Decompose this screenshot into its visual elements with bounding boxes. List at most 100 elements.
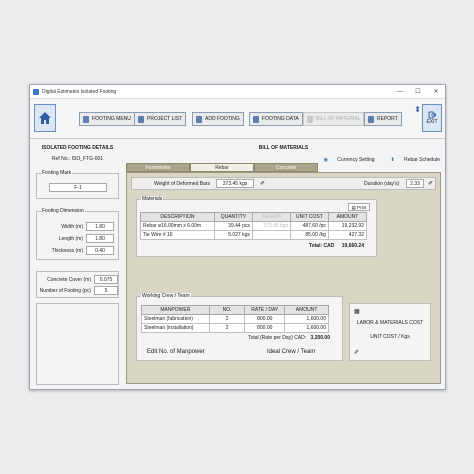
cover-label: Concrete Cover (m)	[47, 276, 91, 283]
tab-concrete[interactable]: Concrete	[254, 163, 318, 172]
table-cell: 2	[208, 323, 246, 333]
materials-total: Total: CAD 19,660.24	[309, 243, 364, 249]
mat-header[interactable]: DESCRIPTION	[140, 212, 215, 222]
crew-header[interactable]: MANPOWER	[141, 305, 210, 315]
footing-mark-group: Footing Mark F-1	[36, 170, 119, 199]
mat-header[interactable]: UNIT COST	[289, 212, 329, 222]
print-button[interactable]: ▤ Print	[348, 203, 370, 211]
calculator-icon: ▦	[354, 309, 360, 315]
table-cell: 39.44 pcs	[213, 221, 253, 231]
table-cell: 487.60 /pc	[289, 221, 329, 231]
maximize-button[interactable]: ☐	[409, 88, 427, 95]
table-cell: 800.00	[244, 323, 286, 333]
crew-total-label: Total (Rate per Day) CAD:	[248, 335, 307, 341]
home-button[interactable]	[34, 104, 56, 132]
labor-materials-cost-title: LABOR & MATERIALS COST	[356, 320, 424, 326]
crew-group: Working Crew / Team MANPOWER NO. RATE / …	[136, 293, 343, 361]
footing-mark-field[interactable]: F-1	[49, 183, 107, 192]
exit-icon	[428, 111, 436, 119]
materials-total-label: Total: CAD	[308, 243, 335, 249]
thickness-label: Thickness (m)	[51, 247, 83, 254]
add-footing-button[interactable]: ADD FOOTING	[192, 112, 244, 126]
table-cell: 1,600.00	[284, 323, 329, 333]
crew-total: Total (Rate per Day) CAD: 3,200.00	[248, 335, 330, 341]
thickness-field[interactable]: 0.40	[86, 246, 114, 255]
materials-total-value: 19,660.24	[341, 243, 364, 249]
count-label: Number of Footing (pc)	[39, 287, 91, 294]
tab-formworks[interactable]: Formworks	[126, 163, 190, 172]
app-icon	[33, 88, 39, 95]
footing-dimension-label: Footing Dimension	[41, 208, 85, 214]
weight-row: Weight of Deformed Bars 373.45 kgs ✐ Dur…	[131, 177, 436, 190]
ideal-crew-link[interactable]: Ideal Crew / Team	[267, 349, 315, 355]
currency-setting-link[interactable]: ◉ Currency Setting	[316, 157, 375, 163]
weight-field[interactable]: 373.45 kgs	[216, 179, 254, 188]
edit-weight-icon[interactable]: ✐	[260, 180, 265, 187]
crew-total-value: 3,200.00	[310, 335, 330, 341]
table-cell: Tie Wire # 16	[140, 230, 215, 240]
table-cell	[251, 230, 291, 240]
crew-table: MANPOWER NO. RATE / DAY AMOUNT Steelman …	[141, 305, 329, 333]
unit-cost-label: UNIT COST / Kgs	[370, 334, 410, 340]
duration-field[interactable]: 2.33	[406, 179, 424, 188]
bill-of-materials-header: BILL OF MATERIALS	[258, 145, 309, 151]
tab-rebar[interactable]: Rebar	[190, 163, 254, 172]
data-icon	[253, 115, 259, 123]
table-cell: 800.00	[244, 314, 286, 324]
crew-label: Working Crew / Team	[141, 293, 191, 299]
mat-header[interactable]: WEIGHT	[251, 212, 291, 222]
crew-header[interactable]: NO.	[208, 305, 246, 315]
table-row[interactable]: Steelman (fabrication) 2 800.00 1,600.00	[141, 314, 329, 324]
project-list-button[interactable]: PROJECT LIST	[134, 112, 187, 126]
mat-header[interactable]: QUANTITY	[213, 212, 253, 222]
user-icon[interactable]: ⬍	[414, 105, 421, 114]
menu-icon	[83, 115, 89, 123]
mat-header[interactable]: AMOUNT	[327, 212, 368, 222]
empty-group	[36, 303, 119, 385]
footing-data-button[interactable]: FOOTING DATA	[249, 112, 303, 126]
table-cell: 19,232.92	[327, 221, 368, 231]
window-title: Digital Estimates Isolated Footing	[42, 88, 117, 95]
count-field[interactable]: 5	[94, 286, 118, 295]
toolbar: FOOTING MENU PROJECT LIST ADD FOOTING FO…	[30, 99, 445, 139]
footing-details-panel: ISOLATED FOOTING DETAILS Ref No.: ISO_FT…	[34, 143, 121, 386]
home-icon	[39, 112, 51, 124]
report-button[interactable]: REPORT	[364, 112, 402, 126]
table-row[interactable]: Tie Wire # 16 5.027 kgs 85.00 /kg 427.32	[140, 230, 368, 240]
duration-label: Duration (day's)	[364, 181, 400, 187]
table-cell: 427.32	[327, 230, 368, 240]
length-label: Length (m)	[58, 235, 83, 242]
currency-icon: ◉	[323, 157, 330, 163]
app-window: Digital Estimates Isolated Footing — ☐ ✕…	[29, 84, 446, 390]
footing-menu-button[interactable]: FOOTING MENU	[79, 112, 135, 126]
table-cell: 373.45 kgs	[251, 221, 291, 231]
table-cell: Steelman (fabrication)	[141, 314, 210, 324]
length-field[interactable]: 1.80	[86, 234, 114, 243]
table-row[interactable]: Steelman (installation) 2 800.00 1,600.0…	[141, 323, 329, 333]
edit-duration-icon[interactable]: ✐	[428, 180, 433, 187]
width-field[interactable]: 1.80	[86, 222, 114, 231]
weight-label: Weight of Deformed Bars	[154, 181, 211, 187]
pin-icon: ⬍	[390, 157, 397, 163]
close-button[interactable]: ✕	[427, 88, 445, 95]
footing-details-header: ISOLATED FOOTING DETAILS	[41, 145, 114, 151]
cover-group: Concrete Cover (m) 0.075 Number of Footin…	[36, 271, 119, 298]
table-cell: 85.00 /kg	[289, 230, 329, 240]
width-label: Width (m)	[61, 223, 83, 230]
minimize-button[interactable]: —	[391, 89, 409, 95]
table-row[interactable]: Rebar ø16.00mm x 6.00m 39.44 pcs 373.45 …	[140, 221, 368, 231]
report-icon	[368, 115, 374, 123]
rebar-tab-panel: Weight of Deformed Bars 373.45 kgs ✐ Dur…	[126, 172, 441, 384]
table-cell: Steelman (installation)	[141, 323, 210, 333]
table-cell: 1,600.00	[284, 314, 329, 324]
rebar-schedule-link[interactable]: ⬍ Rebar Schedule	[383, 157, 440, 163]
edit-cost-icon[interactable]: ✐	[354, 349, 359, 356]
table-cell: 2	[208, 314, 246, 324]
footing-dimension-group: Footing Dimension Width (m) 1.80 Length (…	[36, 208, 119, 260]
edit-manpower-link[interactable]: Edit No. of Manpower	[147, 349, 205, 355]
exit-button[interactable]: EXIT	[422, 104, 442, 132]
cover-field[interactable]: 0.075	[94, 275, 118, 284]
bill-of-material-button[interactable]: BILL OF MATERIAL	[303, 112, 365, 126]
crew-header[interactable]: AMOUNT	[284, 305, 329, 315]
crew-header[interactable]: RATE / DAY	[244, 305, 286, 315]
